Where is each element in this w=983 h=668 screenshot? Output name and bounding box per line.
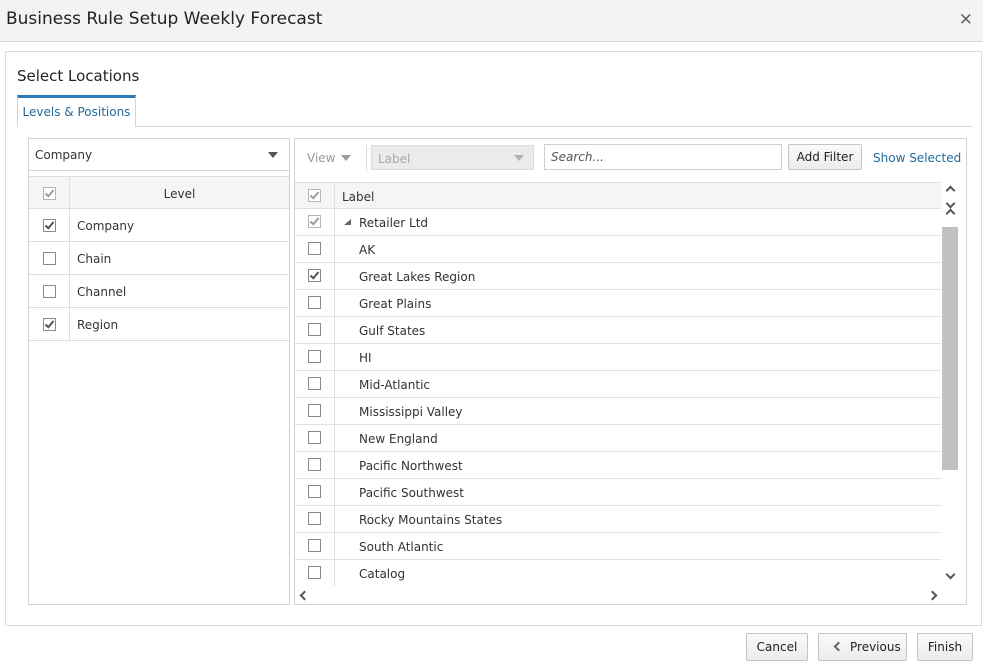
position-row[interactable]: Great Lakes Region	[295, 263, 941, 290]
level-checkbox[interactable]	[43, 219, 56, 232]
position-label: Mid-Atlantic	[359, 378, 431, 392]
position-row[interactable]: HI	[295, 344, 941, 371]
position-row[interactable]: Mid-Atlantic	[295, 371, 941, 398]
position-row[interactable]: Mississippi Valley	[295, 398, 941, 425]
section-title: Select Locations	[17, 67, 140, 85]
position-checkbox[interactable]	[308, 458, 321, 471]
position-row[interactable]: Pacific Northwest	[295, 452, 941, 479]
positions-header-row: Label	[295, 182, 941, 209]
position-checkbox[interactable]	[308, 404, 321, 417]
level-checkbox[interactable]	[43, 318, 56, 331]
show-selected-link[interactable]: Show Selected	[873, 151, 961, 165]
position-row[interactable]: Pacific Southwest	[295, 479, 941, 506]
level-label: Company	[77, 219, 135, 233]
level-checkbox[interactable]	[43, 285, 56, 298]
label-select[interactable]: Label	[371, 145, 534, 170]
tab-divider	[17, 126, 972, 127]
position-label: AK	[359, 243, 376, 257]
vertical-scrollbar[interactable]	[941, 182, 961, 586]
position-label: Great Lakes Region	[359, 270, 476, 284]
position-checkbox[interactable]	[308, 323, 321, 336]
scrollbar-thumb[interactable]	[942, 227, 958, 470]
positions-toolbar: View Label Add Filter Show Selected	[295, 139, 966, 177]
scroll-up-icon[interactable]	[945, 185, 956, 196]
position-row[interactable]: New England	[295, 425, 941, 452]
position-checkbox[interactable]	[308, 512, 321, 525]
position-label: Pacific Northwest	[359, 459, 463, 473]
level-row[interactable]: Channel	[29, 275, 289, 308]
tree-root-label: Retailer Ltd	[359, 216, 429, 230]
cancel-button[interactable]: Cancel	[746, 633, 808, 661]
levels-pane: Company Level Company Chain Channel Region	[28, 138, 290, 605]
position-label: Mississippi Valley	[359, 405, 463, 419]
level-row[interactable]: Chain	[29, 242, 289, 275]
level-dropdown-value: Company	[35, 148, 93, 162]
finish-button[interactable]: Finish	[917, 633, 973, 661]
position-label: Great Plains	[359, 297, 432, 311]
positions-grid: Label Retailer Ltd AK Great Lakes Region G…	[295, 182, 941, 586]
position-checkbox[interactable]	[308, 539, 321, 552]
position-label: New England	[359, 432, 438, 446]
view-menu[interactable]: View	[307, 151, 351, 165]
position-checkbox[interactable]	[308, 269, 321, 282]
level-dropdown[interactable]: Company	[29, 139, 289, 171]
select-all-positions-checkbox[interactable]	[308, 189, 321, 202]
levels-header-row: Level	[29, 176, 289, 209]
level-row[interactable]: Company	[29, 209, 289, 242]
dialog-titlebar: Business Rule Setup Weekly Forecast ✕	[0, 0, 983, 42]
tree-root-row[interactable]: Retailer Ltd	[295, 209, 941, 236]
search-input[interactable]	[544, 144, 782, 170]
dialog-title: Business Rule Setup Weekly Forecast	[6, 9, 323, 29]
chevron-down-icon	[268, 152, 278, 158]
previous-label: Previous	[850, 640, 901, 654]
position-label: Pacific Southwest	[359, 486, 464, 500]
position-row[interactable]: South Atlantic	[295, 533, 941, 560]
position-checkbox[interactable]	[308, 350, 321, 363]
root-checkbox[interactable]	[308, 215, 321, 228]
add-filter-button[interactable]: Add Filter	[788, 144, 862, 170]
previous-button[interactable]: Previous	[818, 633, 907, 661]
levels-table: Level Company Chain Channel Region	[29, 176, 289, 341]
scroll-down-icon[interactable]	[945, 569, 956, 580]
position-label: Rocky Mountains States	[359, 513, 503, 527]
scroll-left-icon[interactable]	[299, 590, 310, 601]
position-checkbox[interactable]	[308, 377, 321, 390]
chevron-down-icon	[514, 155, 524, 161]
close-icon[interactable]: ✕	[959, 10, 973, 30]
position-row[interactable]: Rocky Mountains States	[295, 506, 941, 533]
levels-column-header: Level	[163, 187, 196, 201]
chevron-left-icon	[833, 641, 844, 652]
scroll-right-icon[interactable]	[927, 590, 938, 601]
positions-pane: View Label Add Filter Show Selected Labe…	[294, 138, 967, 605]
chevron-down-icon	[341, 155, 351, 161]
level-label: Region	[77, 318, 119, 332]
positions-column-header: Label	[342, 190, 375, 204]
collapse-triangle-icon[interactable]	[344, 219, 351, 225]
label-select-value: Label	[378, 152, 411, 166]
position-label: South Atlantic	[359, 540, 444, 554]
level-label: Channel	[77, 285, 127, 299]
position-label: HI	[359, 351, 372, 365]
position-checkbox[interactable]	[308, 242, 321, 255]
level-label: Chain	[77, 252, 112, 266]
position-row[interactable]: Catalog	[295, 560, 941, 586]
position-label: Catalog	[359, 567, 406, 581]
position-row[interactable]: AK	[295, 236, 941, 263]
scroll-down-step-icon[interactable]	[945, 198, 956, 209]
select-all-levels-checkbox[interactable]	[43, 187, 56, 200]
position-label: Gulf States	[359, 324, 426, 338]
level-checkbox[interactable]	[43, 252, 56, 265]
position-row[interactable]: Great Plains	[295, 290, 941, 317]
position-checkbox[interactable]	[308, 485, 321, 498]
position-checkbox[interactable]	[308, 566, 321, 579]
position-checkbox[interactable]	[308, 431, 321, 444]
tab-levels-positions[interactable]: Levels & Positions	[17, 95, 136, 127]
level-row[interactable]: Region	[29, 308, 289, 341]
horizontal-scrollbar[interactable]	[295, 586, 945, 604]
position-checkbox[interactable]	[308, 296, 321, 309]
scroll-up-step-icon[interactable]	[945, 208, 956, 219]
view-label: View	[307, 151, 336, 165]
position-row[interactable]: Gulf States	[295, 317, 941, 344]
toolbar-separator	[366, 145, 367, 171]
